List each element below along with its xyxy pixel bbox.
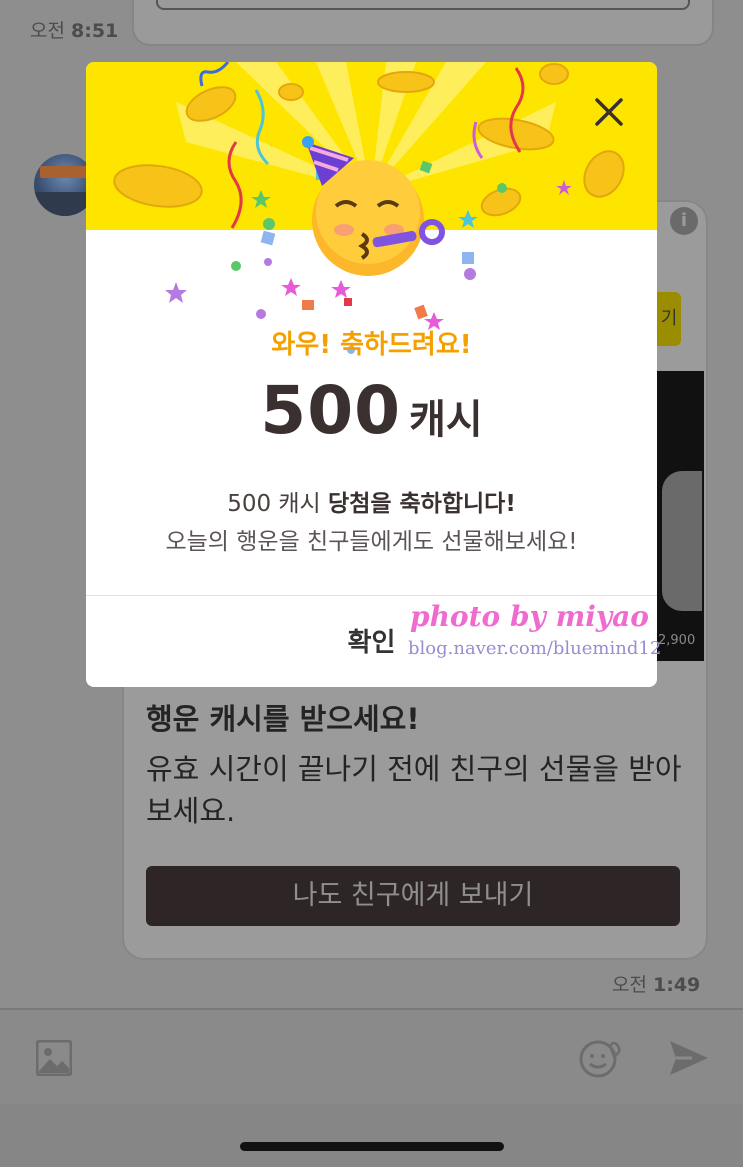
card-title: 행운 캐시를 받으세요!: [146, 702, 420, 736]
emoji-icon[interactable]: [578, 1038, 622, 1078]
prize-description: 500 캐시 당첨을 축하합니다!: [227, 491, 516, 517]
send-icon[interactable]: [668, 1038, 710, 1078]
card-action-button[interactable]: 기: [657, 292, 681, 346]
card-body: 유효 시간이 끝나기 전에 친구의 선물을 받아 보세요.: [146, 752, 682, 828]
message-time-bottom: 오전 1:49: [612, 974, 701, 996]
bottom-safe-area: [0, 1104, 743, 1167]
prize-amount: 500 캐시: [86, 372, 657, 449]
info-icon[interactable]: i: [670, 207, 698, 235]
chat-input-bar: [0, 1008, 743, 1106]
celebration-burst-illustration: [113, 62, 625, 354]
watermark-photo-by: photo by miyao: [410, 600, 649, 633]
watermark-blog-url: blog.naver.com/bluemind12: [408, 638, 662, 659]
previous-message-bubble: [132, 0, 714, 46]
send-to-friend-button[interactable]: 나도 친구에게 보내기: [146, 866, 680, 926]
dialog-divider: [86, 595, 657, 596]
product-image[interactable]: 2,900: [656, 371, 704, 661]
prize-amount-unit: 캐시: [409, 397, 483, 443]
close-icon[interactable]: [591, 94, 627, 130]
image-attach-icon[interactable]: [36, 1040, 72, 1076]
home-indicator[interactable]: [240, 1142, 504, 1151]
prize-amount-number: 500: [260, 372, 402, 449]
share-suggestion: 오늘의 행운을 친구들에게도 선물해보세요!: [165, 529, 578, 555]
congrats-subtitle: 와우! 축하드려요!: [271, 330, 472, 360]
message-time-top: 오전 8:51: [30, 20, 119, 42]
cash-win-dialog: 와우! 축하드려요! 500 캐시 500 캐시 당첨을 축하합니다! 오늘의 행…: [86, 62, 657, 687]
product-price: 2,900: [658, 633, 696, 648]
party-face-emoji: [302, 136, 445, 276]
